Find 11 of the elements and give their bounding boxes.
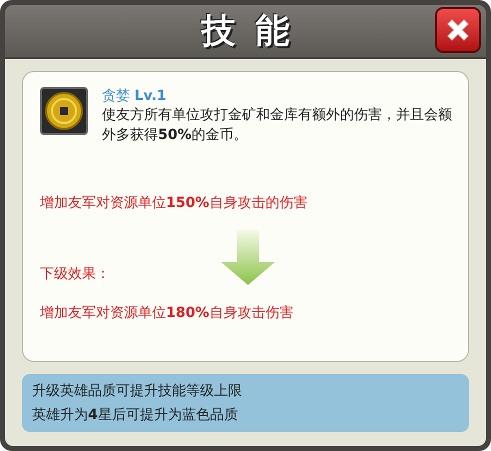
- close-button[interactable]: [435, 7, 481, 53]
- current-effect: 增加友军对资源单位150%自身攻击的伤害: [40, 194, 308, 213]
- note-text: 升级英雄品质可提升技能等级上限: [32, 382, 243, 401]
- next-effect: 增加友军对资源单位180%自身攻击伤害: [40, 304, 294, 323]
- down-arrow-icon: [220, 230, 276, 286]
- skill-description: 使友方所有单位攻打金矿和金库有额外的伤害，并且会额外多获得50%的金币。: [102, 106, 453, 145]
- skill-icon: [40, 87, 88, 135]
- next-level-label: 下级效果：: [40, 265, 111, 284]
- skill-name: 贪婪 Lv.1: [102, 87, 168, 105]
- note-text: 英雄升为4星后可提升为蓝色品质: [32, 406, 239, 425]
- window-title: 技能: [200, 10, 310, 52]
